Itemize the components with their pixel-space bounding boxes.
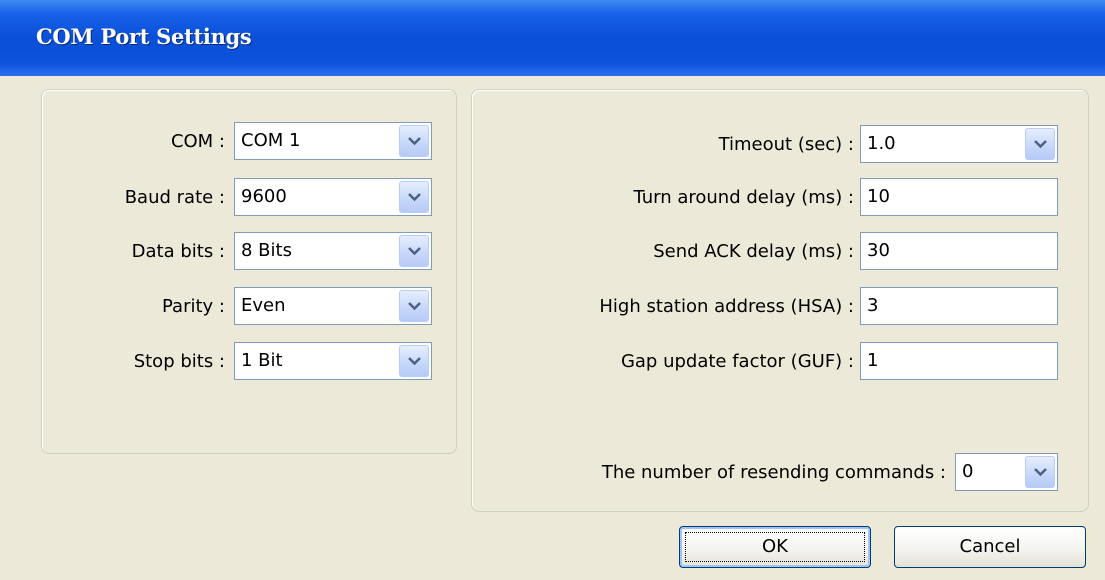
guf-input[interactable]: 1	[860, 342, 1058, 380]
ok-button-label: OK	[762, 536, 788, 557]
data-bits-label: Data bits :	[131, 241, 225, 262]
guf-label: Gap update factor (GUF) :	[620, 351, 854, 372]
resend-commands-label: The number of resending commands :	[601, 462, 946, 483]
stop-bits-value: 1 Bit	[241, 350, 283, 371]
cancel-button-label: Cancel	[959, 536, 1021, 557]
baud-rate-label: Baud rate :	[124, 187, 225, 208]
timeout-label: Timeout (sec) :	[718, 134, 854, 155]
hsa-value: 3	[867, 295, 879, 316]
baud-rate-select[interactable]: 9600	[234, 178, 432, 216]
parity-value: Even	[241, 295, 286, 316]
hsa-label: High station address (HSA) :	[599, 296, 854, 317]
data-bits-select[interactable]: 8 Bits	[234, 232, 432, 270]
com-label: COM :	[170, 131, 225, 152]
chevron-down-icon[interactable]	[1025, 456, 1055, 488]
turn-around-delay-value: 10	[867, 186, 890, 207]
send-ack-delay-input[interactable]: 30	[860, 232, 1058, 270]
resend-commands-select[interactable]: 0	[955, 453, 1058, 491]
chevron-down-icon[interactable]	[399, 235, 429, 267]
turn-around-delay-input[interactable]: 10	[860, 178, 1058, 216]
com-value: COM 1	[241, 130, 301, 151]
stop-bits-select[interactable]: 1 Bit	[234, 342, 432, 380]
stop-bits-label: Stop bits :	[133, 351, 225, 372]
timeout-value: 1.0	[867, 133, 896, 154]
parity-select[interactable]: Even	[234, 287, 432, 325]
com-select[interactable]: COM 1	[234, 122, 432, 160]
title-bar[interactable]: COM Port Settings	[0, 0, 1105, 76]
turn-around-delay-label: Turn around delay (ms) :	[633, 187, 854, 208]
ok-button[interactable]: OK	[679, 526, 871, 568]
cancel-button[interactable]: Cancel	[894, 526, 1086, 568]
chevron-down-icon[interactable]	[1025, 128, 1055, 160]
baud-rate-value: 9600	[241, 186, 287, 207]
chevron-down-icon[interactable]	[399, 125, 429, 157]
parity-label: Parity :	[162, 296, 225, 317]
chevron-down-icon[interactable]	[399, 290, 429, 322]
send-ack-delay-value: 30	[867, 240, 890, 261]
guf-value: 1	[867, 350, 879, 371]
resend-commands-value: 0	[962, 461, 974, 482]
timeout-select[interactable]: 1.0	[860, 125, 1058, 163]
chevron-down-icon[interactable]	[399, 181, 429, 213]
send-ack-delay-label: Send ACK delay (ms) :	[653, 241, 854, 262]
data-bits-value: 8 Bits	[241, 240, 292, 261]
dialog-title: COM Port Settings	[36, 24, 252, 49]
com-port-settings-dialog: COM Port Settings COM : COM 1 Baud rate …	[0, 0, 1105, 580]
chevron-down-icon[interactable]	[399, 345, 429, 377]
hsa-input[interactable]: 3	[860, 287, 1058, 325]
